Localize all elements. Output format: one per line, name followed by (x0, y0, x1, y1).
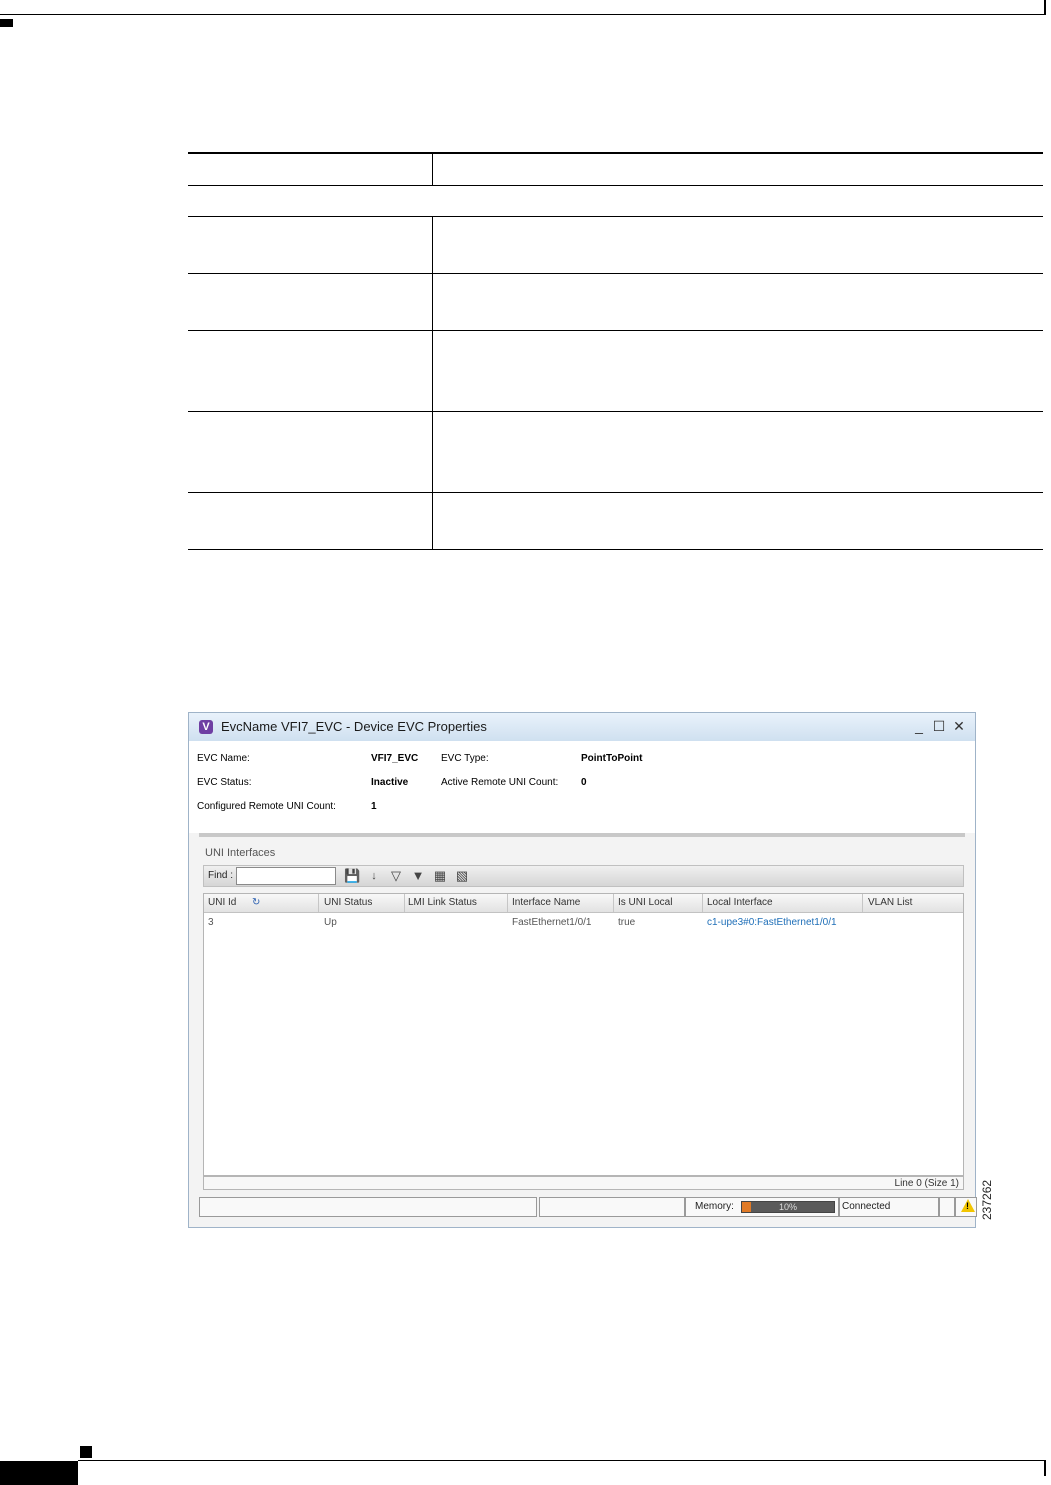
table-row-rule (188, 216, 1043, 217)
table-header: UNI Id ↻ UNI Status LMI Link Status Inte… (204, 894, 963, 913)
table-top-rule (188, 152, 1043, 154)
column-header-uni-id[interactable]: UNI Id (208, 897, 236, 908)
footer-marker (80, 1446, 92, 1458)
status-bar: Memory: 10% Connected ! (199, 1197, 977, 1217)
export-icon[interactable]: ▦ (432, 868, 448, 884)
columns-icon[interactable]: ▧ (454, 868, 470, 884)
find-label: Find : (208, 870, 234, 881)
find-input[interactable] (236, 867, 336, 885)
app-icon: V (199, 720, 213, 734)
table-bottom-rule (188, 549, 1043, 550)
uni-interfaces-table: UNI Id ↻ UNI Status LMI Link Status Inte… (203, 893, 964, 1176)
header-rule (0, 14, 1045, 15)
table-row-rule (188, 330, 1043, 331)
sort-icon[interactable]: ↓ (366, 868, 382, 884)
cell-is-uni-local: true (618, 917, 636, 928)
footer-block (0, 1461, 78, 1485)
connection-status: Connected (842, 1201, 891, 1212)
footer-rule (78, 1460, 1045, 1461)
cell-uni-status: Up (324, 917, 337, 928)
horizontal-scrollbar[interactable]: Line 0 (Size 1) (203, 1176, 964, 1190)
memory-label: Memory: (695, 1201, 734, 1212)
column-header-lmi-link-status[interactable]: LMI Link Status (408, 897, 477, 908)
properties-panel: EVC Name: VFI7_EVC EVC Type: PointToPoin… (189, 741, 975, 833)
column-header-local-interface[interactable]: Local Interface (707, 897, 773, 908)
evc-properties-window: V EvcName VFI7_EVC - Device EVC Properti… (188, 712, 977, 1228)
table-toolbar: Find : 💾 ↓ ▽ ▼ ▦ ▧ (203, 865, 964, 887)
configured-remote-uni-count-value: 1 (371, 801, 377, 812)
column-separator[interactable] (507, 894, 508, 912)
warning-icon-mark: ! (966, 1201, 969, 1211)
column-separator[interactable] (702, 894, 703, 912)
table-row-rule (188, 411, 1043, 412)
table-row[interactable]: 3 Up FastEthernet1/0/1 true c1-upe3#0:Fa… (204, 912, 963, 932)
table-row-rule (188, 273, 1043, 274)
title-bar[interactable]: V EvcName VFI7_EVC - Device EVC Properti… (189, 713, 975, 741)
header-marker (0, 19, 13, 27)
evc-name-label: EVC Name: (197, 753, 250, 764)
table-column-divider (432, 217, 433, 549)
status-message-box (199, 1197, 537, 1217)
filter-icon[interactable]: ▽ (388, 868, 404, 884)
column-header-vlan-list[interactable]: VLAN List (868, 897, 912, 908)
line-info: Line 0 (Size 1) (894, 1178, 959, 1189)
advanced-filter-icon[interactable]: ▼ (410, 868, 426, 884)
close-button[interactable]: ✕ (951, 718, 967, 734)
maximize-button[interactable]: ☐ (931, 718, 947, 734)
column-separator[interactable] (862, 894, 863, 912)
column-header-uni-status[interactable]: UNI Status (324, 897, 372, 908)
status-progress-box (539, 1197, 685, 1217)
uni-interfaces-title: UNI Interfaces (205, 847, 276, 859)
window-title: EvcName VFI7_EVC - Device EVC Properties (221, 719, 487, 734)
column-separator[interactable] (318, 894, 319, 912)
cell-interface-name: FastEthernet1/0/1 (512, 917, 592, 928)
cell-local-interface-link[interactable]: c1-upe3#0:FastEthernet1/0/1 (707, 917, 837, 928)
table-header-rule (188, 185, 1043, 186)
column-header-is-uni-local[interactable]: Is UNI Local (618, 897, 672, 908)
header-tick (1044, 0, 1046, 15)
save-icon[interactable]: 💾 (344, 868, 360, 884)
figure-id: 237262 (980, 1179, 994, 1220)
footer-tick (1044, 1460, 1046, 1476)
table-row-rule (188, 492, 1043, 493)
evc-status-value: Inactive (371, 777, 409, 788)
refresh-sort-icon[interactable]: ↻ (252, 897, 260, 908)
configured-remote-uni-count-label: Configured Remote UNI Count: (197, 801, 336, 812)
evc-type-label: EVC Type: (441, 753, 489, 764)
status-spacer-box (939, 1197, 955, 1217)
evc-status-label: EVC Status: (197, 777, 252, 788)
panel-splitter[interactable] (199, 833, 965, 837)
table-column-divider (432, 154, 433, 185)
cell-uni-id: 3 (208, 917, 214, 928)
column-separator[interactable] (613, 894, 614, 912)
column-separator[interactable] (404, 894, 405, 912)
evc-name-value: VFI7_EVC (371, 753, 419, 764)
minimize-button[interactable]: _ (911, 718, 927, 734)
column-header-interface-name[interactable]: Interface Name (512, 897, 580, 908)
evc-type-value: PointToPoint (581, 753, 643, 764)
memory-bar: 10% (741, 1201, 835, 1213)
active-remote-uni-count-label: Active Remote UNI Count: (441, 777, 559, 788)
memory-percent: 10% (778, 1202, 797, 1212)
active-remote-uni-count-value: 0 (581, 777, 587, 788)
